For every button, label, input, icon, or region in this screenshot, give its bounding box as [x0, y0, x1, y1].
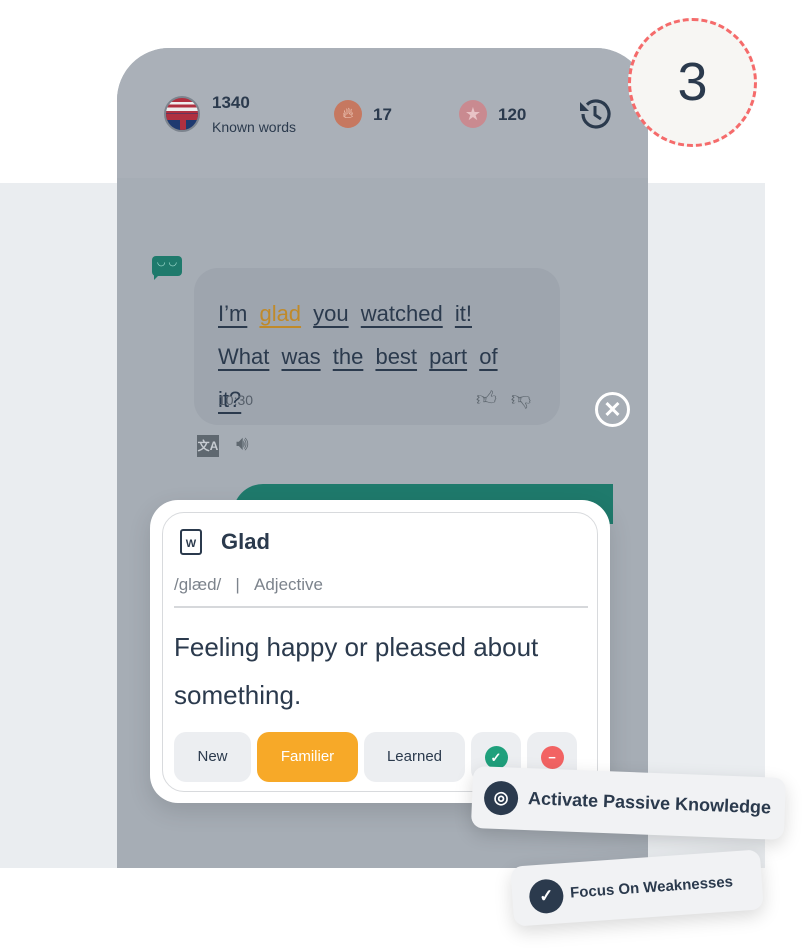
fire-icon: 🔥︎ — [334, 100, 362, 128]
step-badge: 3 — [628, 18, 757, 147]
thumbs-up-icon[interactable]: 👍︎ — [476, 388, 511, 410]
known-words-count: 1340 — [212, 93, 250, 112]
target-check-icon: ◎ — [483, 780, 519, 816]
message-word[interactable]: it! — [455, 301, 472, 326]
known-words-label: Known words — [212, 119, 297, 135]
history-icon[interactable] — [577, 96, 613, 132]
message-word[interactable]: part — [429, 344, 467, 369]
check-circle-icon: ✓ — [528, 878, 565, 915]
definition: Feeling happy or pleased about something… — [174, 632, 539, 710]
feedback-group: 👍︎👎︎ — [476, 387, 545, 411]
familiar-button[interactable]: Familier — [257, 732, 358, 782]
message-time: 10:30 — [218, 392, 254, 408]
speaker-icon[interactable]: 🔊︎ — [236, 433, 249, 456]
stats-header: 1340 Known words 🔥︎ 17 ★ 120 — [117, 48, 648, 178]
word-title: Glad — [221, 529, 270, 554]
phonetic: /glæd/ — [174, 575, 222, 594]
meta-divider: | — [235, 575, 240, 594]
star-icon: ★ — [459, 100, 487, 128]
thumbs-down-icon[interactable]: 👎︎ — [511, 388, 545, 410]
bot-avatar-icon: ◡ ◡ — [152, 256, 182, 280]
word-meta: /glæd/ | Adjective — [174, 575, 323, 595]
stars-count: 120 — [498, 105, 527, 124]
check-icon: ✓ — [484, 745, 508, 769]
bot-message-bubble: I’m glad you watched it! What was the be… — [194, 268, 560, 425]
learned-button[interactable]: Learned — [364, 732, 465, 782]
highlighted-word[interactable]: glad — [259, 301, 301, 326]
message-word[interactable]: the — [333, 344, 364, 369]
activate-passive-knowledge-tag: ◎ Activate Passive Knowledge — [470, 766, 787, 840]
message-word[interactable]: best — [375, 344, 417, 369]
translate-icon[interactable]: 文A — [197, 435, 219, 457]
message-word[interactable]: was — [281, 344, 320, 369]
tag-label: Activate Passive Knowledge — [527, 788, 772, 818]
part-of-speech: Adjective — [254, 575, 323, 594]
message-word[interactable]: What — [218, 344, 269, 369]
us-uk-flag-icon[interactable] — [164, 96, 200, 132]
message-word[interactable]: watched — [361, 301, 443, 326]
divider — [174, 606, 588, 608]
minus-icon: − — [540, 745, 564, 769]
message-word[interactable]: I’m — [218, 301, 247, 326]
tag-label: Focus On Weaknesses — [569, 873, 734, 902]
new-button[interactable]: New — [174, 732, 251, 782]
word-popup: W Glad /glæd/ | Adjective Feeling happy … — [150, 500, 610, 803]
word-card: W Glad /glæd/ | Adjective Feeling happy … — [162, 512, 598, 792]
close-icon[interactable]: ✕ — [595, 392, 630, 427]
message-word[interactable]: of — [479, 344, 497, 369]
message-word[interactable]: you — [313, 301, 348, 326]
word-document-icon: W — [180, 529, 202, 555]
streak-count: 17 — [373, 105, 392, 124]
